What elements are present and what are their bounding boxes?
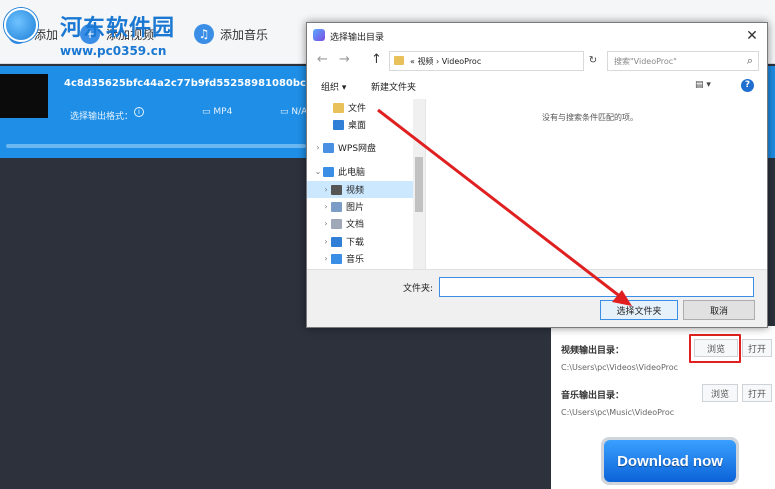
tree-item[interactable]: › WPS网盘 (307, 139, 413, 156)
desktop-icon (333, 119, 344, 130)
music-folder-icon (331, 253, 342, 264)
chevron-icon[interactable]: › (321, 254, 331, 263)
dialog-title-bar[interactable]: 选择输出目录 ✕ (307, 23, 767, 49)
tree-item[interactable]: › 文档 (307, 215, 413, 232)
new-folder-button[interactable]: 新建文件夹 (371, 80, 416, 93)
tree-item[interactable]: › 视频 (307, 181, 413, 198)
search-input[interactable]: 搜索"VideoProc" ⌕ (607, 51, 759, 71)
add-button-label: 添加 (34, 27, 59, 42)
refresh-icon[interactable]: ↻ (585, 51, 601, 71)
tree-item[interactable]: › 图片 (307, 198, 413, 215)
chevron-icon[interactable]: › (313, 143, 323, 152)
select-folder-button[interactable]: 选择文件夹 (600, 300, 678, 320)
scrollbar-thumb[interactable] (415, 157, 423, 212)
add-music-icon: ♫ (194, 24, 214, 44)
add-video-button[interactable]: + 添加视频 (80, 20, 154, 48)
tree-item-label: 视频 (346, 186, 365, 196)
output-format-label: 选择输出格式： (70, 112, 134, 122)
dialog-command-bar: 组织 ▾ 新建文件夹 ▤ ▾ ? (307, 75, 767, 97)
add-music-label: 添加音乐 (220, 27, 269, 42)
download-now-button[interactable]: Download now (601, 437, 739, 485)
dialog-navigation-bar: ← → ↑ « 视频 › VideoProc ⌄ ↻ 搜索"VideoProc"… (307, 49, 767, 75)
search-icon[interactable]: ⌕ (747, 54, 753, 68)
tree-item-label: WPS网盘 (338, 144, 377, 154)
folder-field-label: 文件夹: (403, 284, 434, 294)
navigation-scrollbar[interactable] (413, 99, 425, 269)
video-folder-icon (331, 184, 342, 195)
tree-item[interactable]: › 音乐 (307, 250, 413, 267)
app-logo-icon (313, 29, 325, 41)
video-thumbnail[interactable] (0, 74, 48, 118)
info-icon[interactable]: i (134, 107, 144, 117)
tree-item-label: 此电脑 (338, 168, 366, 178)
video-output-path: C:\Users\pc\Videos\VideoProc (561, 363, 679, 372)
folder-icon (333, 102, 344, 113)
chevron-icon[interactable]: › (321, 237, 331, 246)
view-options-icon[interactable]: ▤ ▾ (695, 80, 711, 90)
up-arrow-icon[interactable]: ↑ (371, 52, 382, 67)
tree-item-label: 文件 (348, 104, 367, 114)
progress-bar (6, 144, 306, 148)
tree-item-label: 图片 (346, 203, 365, 213)
documents-folder-icon (331, 218, 342, 229)
select-output-folder-dialog: 选择输出目录 ✕ ← → ↑ « 视频 › VideoProc ⌄ ↻ 搜索"V… (306, 22, 768, 328)
music-open-button[interactable]: 打开 (742, 384, 772, 402)
folder-input[interactable] (439, 277, 754, 297)
address-bar[interactable]: « 视频 › VideoProc ⌄ (389, 51, 659, 71)
chevron-icon[interactable]: › (321, 185, 331, 194)
downloads-folder-icon (331, 236, 342, 247)
tree-item[interactable]: 桌面 (307, 116, 413, 133)
chevron-icon[interactable]: › (321, 202, 331, 211)
music-output-path: C:\Users\pc\Music\VideoProc (561, 408, 675, 417)
tree-item-label: 下载 (346, 238, 365, 248)
codec-value: N/A (291, 107, 308, 117)
add-video-icon: + (8, 24, 28, 44)
music-output-label: 音乐输出目录： (561, 391, 625, 401)
chevron-icon[interactable]: ⌄ (313, 167, 323, 176)
back-arrow-icon[interactable]: ← (317, 52, 328, 67)
computer-icon (323, 166, 334, 177)
organize-menu[interactable]: 组织 ▾ (321, 80, 346, 93)
tree-item-label: 桌面 (348, 121, 367, 131)
forward-arrow-icon[interactable]: → (339, 52, 350, 67)
music-browse-button[interactable]: 浏览 (702, 384, 738, 402)
add-video-icon: + (80, 24, 100, 44)
tree-item[interactable]: ⌄ 此电脑 (307, 163, 413, 180)
tree-item-label: 音乐 (346, 255, 365, 265)
video-open-button[interactable]: 打开 (742, 339, 772, 357)
format-tag: ▭ MP4 (202, 107, 233, 117)
tree-item[interactable]: 文件 (307, 99, 413, 116)
search-placeholder: 搜索"VideoProc" (614, 57, 677, 66)
add-button[interactable]: + 添加 (8, 20, 58, 48)
video-output-label: 视频输出目录： (561, 346, 625, 356)
tree-item-label: 文档 (346, 220, 365, 230)
cancel-button[interactable]: 取消 (683, 300, 755, 320)
address-path: « 视频 › VideoProc (410, 57, 482, 66)
tree-item[interactable]: › 下载 (307, 233, 413, 250)
add-video-label: 添加视频 (106, 27, 155, 42)
browse-highlight-box (689, 334, 741, 363)
add-music-button[interactable]: ♫ 添加音乐 (194, 20, 268, 48)
dialog-footer: 文件夹: 选择文件夹 取消 (307, 269, 767, 327)
cloud-icon (323, 142, 334, 153)
format-value: MP4 (213, 107, 233, 117)
dialog-title: 选择输出目录 (330, 33, 385, 43)
folder-icon (394, 56, 404, 65)
close-icon[interactable]: ✕ (741, 25, 763, 47)
empty-result-message: 没有与搜索条件匹配的项。 (542, 113, 638, 122)
download-now-label: Download now (604, 440, 736, 482)
help-icon[interactable]: ? (741, 79, 754, 92)
chevron-icon[interactable]: › (321, 219, 331, 228)
codec-tag: ▭ N/A (280, 107, 308, 117)
pictures-folder-icon (331, 201, 342, 212)
file-list-pane[interactable]: 没有与搜索条件匹配的项。 (425, 99, 767, 269)
navigation-pane[interactable]: 文件桌面 › WPS网盘 ⌄ 此电脑 › 视频 › 图片 › 文档 › 下载 › 音乐 (307, 99, 425, 269)
